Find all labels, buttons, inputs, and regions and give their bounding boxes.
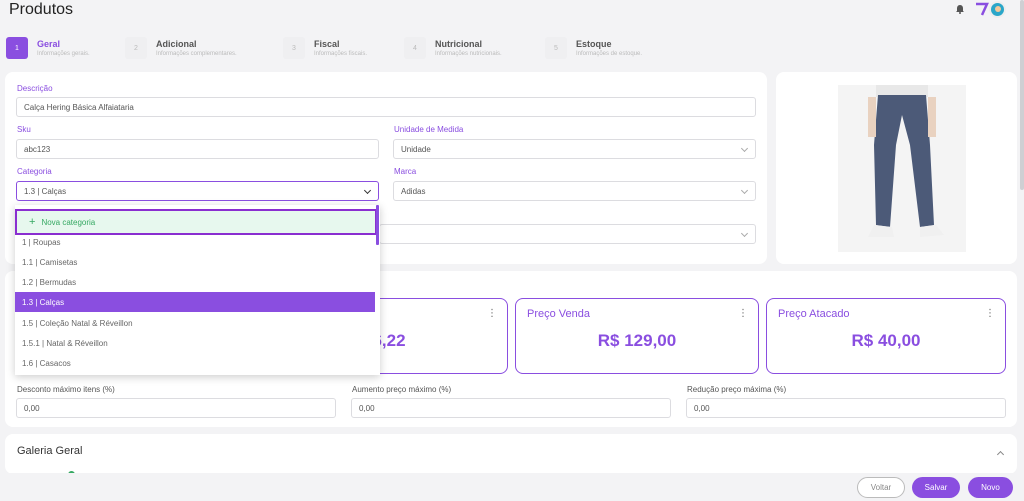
step-title: Fiscal: [314, 39, 340, 49]
voltar-button[interactable]: Voltar: [857, 477, 905, 498]
dropdown-item[interactable]: 1.2 | Bermudas: [15, 272, 375, 292]
step-number: 3: [283, 37, 305, 59]
chevron-down-icon: [740, 144, 749, 153]
step-number: 1: [6, 37, 28, 59]
step-title: Adicional: [156, 39, 197, 49]
step-adicional[interactable]: 2 Adicional Informações complementares.: [125, 34, 237, 64]
reducao-input[interactable]: 0,00: [686, 398, 1006, 418]
step-number: 2: [125, 37, 147, 59]
descricao-label: Descrição: [17, 84, 53, 93]
dropdown-item[interactable]: 1 | Roupas: [15, 232, 375, 252]
step-subtitle: Informações fiscais.: [314, 51, 368, 57]
preco-venda-value: R$ 129,00: [597, 331, 677, 350]
dropdown-item[interactable]: 1.6 | Casacos: [15, 353, 375, 373]
descricao-input[interactable]: Calça Hering Básica Alfaiataria: [16, 97, 756, 117]
unidade-label: Unidade de Medida: [394, 125, 464, 134]
desconto-input[interactable]: 0,00: [16, 398, 336, 418]
unidade-select[interactable]: Unidade: [393, 139, 756, 159]
dropdown-item[interactable]: 1.5.1 | Natal & Réveillon: [15, 333, 375, 353]
chevron-down-icon: [740, 186, 749, 195]
reducao-label: Redução preço máxima (%): [687, 385, 787, 394]
plus-icon: +: [29, 216, 36, 228]
preco-atacado-value: R$ 40,00: [851, 331, 921, 350]
product-photo: [838, 85, 966, 252]
categoria-label: Categoria: [17, 167, 52, 176]
gallery-title: Galeria Geral: [17, 445, 83, 457]
preco-venda-card: Preço Venda ⋮ R$ 129,00: [515, 298, 759, 374]
step-subtitle: Informações gerais.: [37, 51, 90, 57]
marca-select[interactable]: Adidas: [393, 181, 756, 201]
chevron-down-icon: [363, 186, 372, 195]
bell-icon[interactable]: [955, 4, 965, 14]
step-subtitle: Informações de estoque.: [576, 51, 643, 57]
step-geral[interactable]: 1 Geral Informações gerais.: [6, 34, 90, 64]
preco-atacado-card: Preço Atacado ⋮ R$ 40,00: [766, 298, 1006, 374]
more-vert-icon[interactable]: ⋮: [487, 308, 497, 319]
dropdown-item[interactable]: 1.1 | Camisetas: [15, 252, 375, 272]
sku-label: Sku: [17, 125, 31, 134]
step-title: Geral: [37, 39, 61, 49]
categoria-value: 1.3 | Calças: [24, 186, 67, 196]
categoria-dropdown: + Nova categoria 1 | Roupas 1.1 | Camiset…: [15, 205, 380, 375]
step-estoque[interactable]: 5 Estoque Informações de estoque.: [545, 34, 642, 64]
step-subtitle: Informações complementares.: [156, 51, 237, 57]
marca-value: Adidas: [401, 186, 426, 196]
step-subtitle: Informações nutricionais.: [435, 51, 502, 57]
novo-button[interactable]: Novo: [968, 477, 1013, 498]
step-number: 5: [545, 37, 567, 59]
extra-select[interactable]: [379, 224, 756, 244]
marca-label: Marca: [394, 167, 417, 176]
gallery-card[interactable]: [5, 434, 1017, 474]
chevron-down-icon: [740, 229, 749, 238]
unidade-value: Unidade: [401, 144, 431, 154]
preco-atacado-title: Preço Atacado: [778, 308, 850, 320]
categoria-select[interactable]: 1.3 | Calças: [16, 181, 379, 201]
sku-input[interactable]: abc123: [16, 139, 379, 159]
desconto-label: Desconto máximo itens (%): [17, 385, 115, 394]
page-scrollbar[interactable]: [1020, 0, 1024, 190]
step-nav: 1 Geral Informações gerais. 2 Adicional In…: [0, 34, 1020, 64]
preco-venda-title: Preço Venda: [527, 308, 590, 320]
step-title: Estoque: [576, 39, 612, 49]
step-title: Nutricional: [435, 39, 483, 49]
user-avatar[interactable]: [989, 1, 1006, 18]
aumento-label: Aumento preço máximo (%): [352, 385, 452, 394]
preco-custo-value: 26,22: [363, 331, 406, 350]
aumento-input[interactable]: 0,00: [351, 398, 671, 418]
nova-categoria-label: Nova categoria: [41, 217, 96, 227]
more-vert-icon[interactable]: ⋮: [985, 308, 995, 319]
dropdown-item[interactable]: 1.5 | Coleção Natal & Réveillon: [15, 313, 375, 333]
dropdown-scrollbar[interactable]: [376, 205, 379, 245]
step-nutricional[interactable]: 4 Nutricional Informações nutricionais.: [404, 34, 502, 64]
page-title: Produtos: [9, 1, 74, 18]
step-number: 4: [404, 37, 426, 59]
step-fiscal[interactable]: 3 Fiscal Informações fiscais.: [283, 34, 367, 64]
more-vert-icon[interactable]: ⋮: [738, 308, 748, 319]
salvar-button[interactable]: Salvar: [912, 477, 960, 498]
dropdown-item-selected[interactable]: 1.3 | Calças: [15, 292, 375, 312]
